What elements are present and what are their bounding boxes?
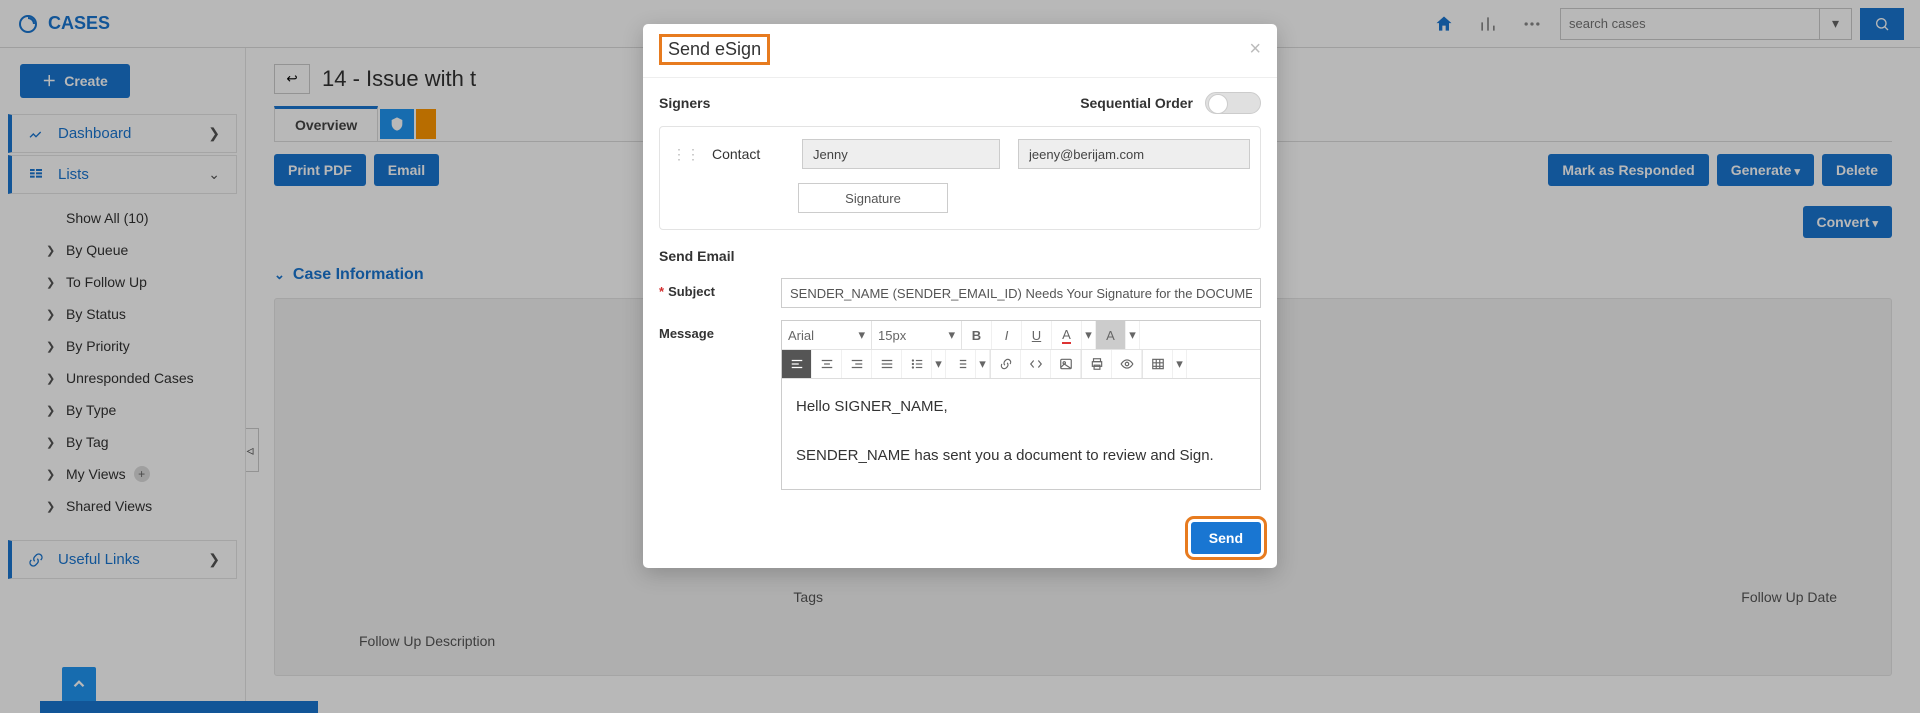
text-color-icon[interactable]: A bbox=[1052, 321, 1082, 349]
modal-footer: Send bbox=[643, 512, 1277, 568]
editor-toolbar: Arial▾ 15px▾ B I U A ▾ A ▾ ▾ bbox=[782, 321, 1260, 379]
table-tool-icon[interactable] bbox=[1143, 350, 1173, 378]
bullet-list-icon[interactable] bbox=[902, 350, 932, 378]
send-button[interactable]: Send bbox=[1191, 522, 1261, 554]
link-tool-icon[interactable] bbox=[991, 350, 1021, 378]
print-icon[interactable] bbox=[1082, 350, 1112, 378]
highlight-icon[interactable]: A bbox=[1096, 321, 1126, 349]
image-tool-icon[interactable] bbox=[1051, 350, 1081, 378]
contact-email-input[interactable] bbox=[1018, 139, 1250, 169]
modal-body: Signers Sequential Order ⋮⋮ Contact Sign… bbox=[643, 78, 1277, 512]
sequential-toggle[interactable] bbox=[1205, 92, 1261, 114]
close-icon[interactable]: × bbox=[1249, 38, 1261, 61]
contact-label: Contact bbox=[712, 146, 792, 162]
signers-label: Signers bbox=[659, 95, 710, 111]
modal-title: Send eSign bbox=[659, 34, 770, 65]
signer-card: ⋮⋮ Contact Signature bbox=[659, 126, 1261, 230]
subject-label: *Subject bbox=[659, 278, 781, 299]
sequential-label: Sequential Order bbox=[1080, 95, 1193, 111]
text-color-caret-icon[interactable]: ▾ bbox=[1082, 321, 1096, 349]
underline-icon[interactable]: U bbox=[1022, 321, 1052, 349]
list-caret-icon[interactable]: ▾ bbox=[932, 350, 946, 378]
code-icon[interactable] bbox=[1021, 350, 1051, 378]
send-email-heading: Send Email bbox=[659, 248, 1261, 264]
font-size-select[interactable]: 15px▾ bbox=[872, 321, 962, 349]
align-right-icon[interactable] bbox=[842, 350, 872, 378]
align-justify-icon[interactable] bbox=[872, 350, 902, 378]
highlight-caret-icon[interactable]: ▾ bbox=[1126, 321, 1140, 349]
message-line-2: SENDER_NAME has sent you a document to r… bbox=[796, 442, 1246, 471]
numbered-list-icon[interactable] bbox=[946, 350, 976, 378]
bold-icon[interactable]: B bbox=[962, 321, 992, 349]
preview-icon[interactable] bbox=[1112, 350, 1142, 378]
modal-header: Send eSign × bbox=[643, 24, 1277, 78]
rich-editor: Arial▾ 15px▾ B I U A ▾ A ▾ ▾ bbox=[781, 320, 1261, 490]
drag-handle-icon[interactable]: ⋮⋮ bbox=[670, 146, 702, 163]
numbered-caret-icon[interactable]: ▾ bbox=[976, 350, 990, 378]
italic-icon[interactable]: I bbox=[992, 321, 1022, 349]
align-left-icon[interactable] bbox=[782, 350, 812, 378]
message-line-1: Hello SIGNER_NAME, bbox=[796, 393, 1246, 422]
editor-body[interactable]: Hello SIGNER_NAME, SENDER_NAME has sent … bbox=[782, 379, 1260, 489]
align-center-icon[interactable] bbox=[812, 350, 842, 378]
signature-button[interactable]: Signature bbox=[798, 183, 948, 213]
subject-input[interactable] bbox=[781, 278, 1261, 308]
table-caret-icon[interactable]: ▾ bbox=[1173, 350, 1187, 378]
font-family-select[interactable]: Arial▾ bbox=[782, 321, 872, 349]
message-label: Message bbox=[659, 320, 781, 341]
contact-name-input[interactable] bbox=[802, 139, 1000, 169]
send-esign-modal: Send eSign × Signers Sequential Order ⋮⋮… bbox=[643, 24, 1277, 568]
